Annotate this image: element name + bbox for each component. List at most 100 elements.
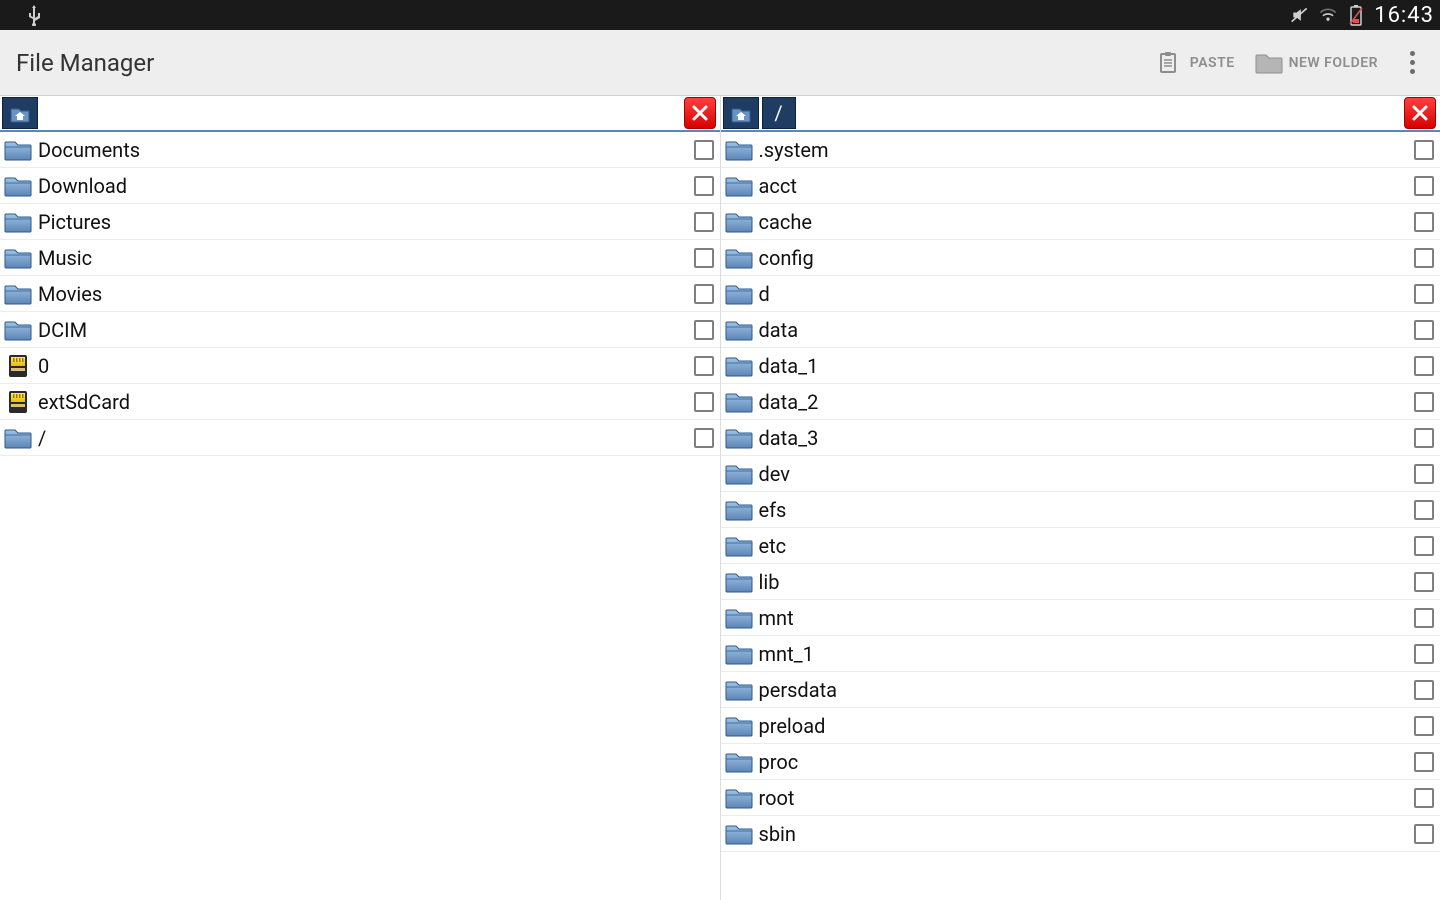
left-breadcrumb-home[interactable] [2, 97, 38, 129]
folder-icon [725, 678, 753, 702]
left-file-list[interactable]: DocumentsDownload Pictures Music Movies DCIM… [0, 132, 720, 900]
file-row[interactable]: Music [0, 240, 720, 276]
file-select-checkbox[interactable] [1414, 320, 1434, 340]
file-select-checkbox[interactable] [1414, 212, 1434, 232]
file-select-checkbox[interactable] [1414, 752, 1434, 772]
file-row[interactable]: data_2 [721, 384, 1440, 420]
file-row[interactable]: efs [721, 492, 1440, 528]
file-name-label: sbin [759, 822, 1409, 846]
status-bar: 16:43 [0, 0, 1440, 30]
right-close-pane-button[interactable] [1404, 97, 1436, 129]
file-select-checkbox[interactable] [1414, 680, 1434, 700]
sdcard-icon [4, 390, 32, 414]
file-select-checkbox[interactable] [1414, 572, 1434, 592]
folder-icon [725, 390, 753, 414]
right-breadcrumb-home[interactable] [723, 97, 759, 129]
usb-icon [26, 4, 42, 26]
folder-icon [4, 282, 32, 306]
file-select-checkbox[interactable] [1414, 356, 1434, 376]
folder-icon [725, 498, 753, 522]
file-row[interactable]: acct [721, 168, 1440, 204]
file-select-checkbox[interactable] [1414, 176, 1434, 196]
folder-icon [725, 642, 753, 666]
folder-icon [4, 426, 32, 450]
file-name-label: Movies [38, 282, 688, 306]
file-row[interactable]: preload [721, 708, 1440, 744]
file-select-checkbox[interactable] [694, 248, 714, 268]
file-select-checkbox[interactable] [694, 140, 714, 160]
folder-icon [1255, 51, 1283, 75]
file-row[interactable]: extSdCard [0, 384, 720, 420]
file-row[interactable]: sbin [721, 816, 1440, 852]
file-row[interactable]: 0 [0, 348, 720, 384]
file-select-checkbox[interactable] [1414, 824, 1434, 844]
file-name-label: Pictures [38, 210, 688, 234]
folder-icon [4, 174, 32, 198]
file-select-checkbox[interactable] [1414, 248, 1434, 268]
file-row[interactable]: lib [721, 564, 1440, 600]
file-row[interactable]: etc [721, 528, 1440, 564]
file-row[interactable]: Download [0, 168, 720, 204]
file-name-label: data_3 [759, 426, 1409, 450]
file-select-checkbox[interactable] [694, 392, 714, 412]
file-row[interactable]: root [721, 780, 1440, 816]
file-row[interactable]: DCIM [0, 312, 720, 348]
wifi-icon [1318, 5, 1338, 25]
file-select-checkbox[interactable] [1414, 644, 1434, 664]
file-select-checkbox[interactable] [1414, 716, 1434, 736]
file-select-checkbox[interactable] [694, 320, 714, 340]
left-close-pane-button[interactable] [684, 97, 716, 129]
folder-icon [4, 210, 32, 234]
file-select-checkbox[interactable] [1414, 500, 1434, 520]
file-row[interactable]: dev [721, 456, 1440, 492]
file-row[interactable]: proc [721, 744, 1440, 780]
file-select-checkbox[interactable] [1414, 284, 1434, 304]
file-row[interactable]: Pictures [0, 204, 720, 240]
file-row[interactable]: mnt_1 [721, 636, 1440, 672]
file-select-checkbox[interactable] [1414, 536, 1434, 556]
right-file-list[interactable]: .systemacctcacheconfig d datadata_1 data_2d… [721, 132, 1440, 900]
file-select-checkbox[interactable] [694, 356, 714, 376]
file-row[interactable]: d [721, 276, 1440, 312]
file-row[interactable]: Documents [0, 132, 720, 168]
folder-icon [4, 318, 32, 342]
file-name-label: mnt_1 [759, 642, 1409, 666]
file-select-checkbox[interactable] [1414, 428, 1434, 448]
file-row[interactable]: data [721, 312, 1440, 348]
file-select-checkbox[interactable] [694, 284, 714, 304]
file-select-checkbox[interactable] [1414, 788, 1434, 808]
file-row[interactable]: data_3 [721, 420, 1440, 456]
file-row[interactable]: cache [721, 204, 1440, 240]
file-row[interactable]: .system [721, 132, 1440, 168]
paste-button-label: PASTE [1190, 55, 1235, 71]
file-select-checkbox[interactable] [1414, 464, 1434, 484]
file-select-checkbox[interactable] [694, 176, 714, 196]
new-folder-button[interactable]: NEW FOLDER [1245, 43, 1388, 83]
file-row[interactable]: mnt [721, 600, 1440, 636]
file-select-checkbox[interactable] [1414, 608, 1434, 628]
folder-icon [725, 138, 753, 162]
file-row[interactable]: data_1 [721, 348, 1440, 384]
overflow-menu-button[interactable] [1396, 43, 1428, 83]
folder-icon [725, 462, 753, 486]
file-name-label: d [759, 282, 1409, 306]
file-row[interactable]: / [0, 420, 720, 456]
file-name-label: / [38, 426, 688, 450]
file-row[interactable]: config [721, 240, 1440, 276]
breadcrumb-label: / [774, 101, 782, 125]
file-select-checkbox[interactable] [1414, 140, 1434, 160]
file-select-checkbox[interactable] [1414, 392, 1434, 412]
folder-icon [725, 354, 753, 378]
file-select-checkbox[interactable] [694, 428, 714, 448]
file-select-checkbox[interactable] [694, 212, 714, 232]
right-pane: / .systemacctcacheconfig d datadata_1 data_… [720, 96, 1440, 900]
paste-button[interactable]: PASTE [1146, 43, 1245, 83]
battery-low-icon [1346, 5, 1366, 25]
folder-icon [725, 606, 753, 630]
right-breadcrumb-segment[interactable]: / [762, 97, 796, 129]
sdcard-icon [4, 354, 32, 378]
file-row[interactable]: Movies [0, 276, 720, 312]
folder-icon [725, 246, 753, 270]
file-name-label: data_2 [759, 390, 1409, 414]
file-row[interactable]: persdata [721, 672, 1440, 708]
